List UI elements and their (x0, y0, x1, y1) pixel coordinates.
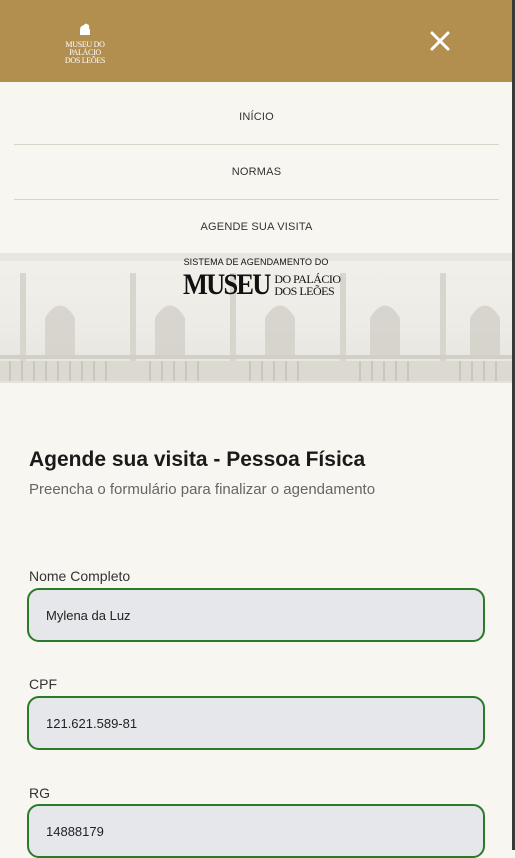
banner-logo-line-2: DOS LEÕES (274, 284, 335, 298)
nav-menu: INÍCIO NORMAS AGENDE SUA VISITA (14, 90, 499, 254)
cpf-label: CPF (29, 676, 57, 692)
hero-banner: SISTEMA DE AGENDAMENTO DO MUSEU DO PALÁC… (0, 253, 512, 383)
cpf-field[interactable] (27, 696, 485, 750)
name-field[interactable] (27, 588, 485, 642)
name-label: Nome Completo (29, 568, 131, 584)
menu-item-normas[interactable]: NORMAS (14, 145, 499, 200)
lion-crest-icon (80, 23, 90, 35)
menu-item-inicio[interactable]: INÍCIO (14, 90, 499, 145)
rg-label: RG (29, 785, 50, 801)
close-icon[interactable] (425, 26, 455, 56)
form-title: Agende sua visita - Pessoa Física (29, 448, 366, 471)
top-bar: MUSEU DO PALÁCIO DOS LEÕES (0, 0, 512, 82)
museum-logo[interactable]: MUSEU DO PALÁCIO DOS LEÕES (64, 22, 106, 70)
banner-logo-subtitle: DO PALÁCIO DOS LEÕES (274, 273, 341, 298)
logo-line-3: DOS LEÕES (64, 56, 106, 65)
form-subtitle: Preencha o formulário para finalizar o a… (29, 481, 376, 498)
menu-item-agende[interactable]: AGENDE SUA VISITA (14, 200, 499, 254)
banner-logo-museu: MUSEU (183, 268, 271, 301)
banner-logo: MUSEU DO PALÁCIO DOS LEÕES (183, 267, 341, 303)
banner-title: SISTEMA DE AGENDAMENTO DO (183, 257, 329, 267)
